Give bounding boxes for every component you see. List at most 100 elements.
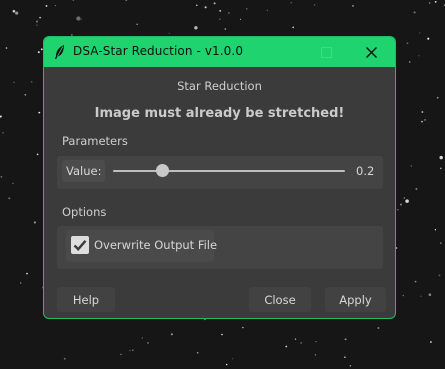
star <box>413 11 416 14</box>
minimize-icon <box>297 51 307 53</box>
star <box>204 6 207 9</box>
star <box>80 18 82 20</box>
star <box>405 199 409 203</box>
star <box>397 209 399 211</box>
star <box>314 354 317 356</box>
star <box>314 4 316 6</box>
star <box>418 55 420 57</box>
star <box>33 221 36 224</box>
star <box>428 2 431 4</box>
star <box>39 16 42 19</box>
star <box>420 295 422 297</box>
star <box>224 28 227 30</box>
parameters-group-title: Parameters <box>62 134 128 148</box>
star <box>170 333 173 336</box>
parameters-group <box>57 156 383 189</box>
star <box>24 93 27 96</box>
star <box>421 111 424 113</box>
star <box>415 187 418 190</box>
star <box>402 294 405 297</box>
star <box>196 351 199 354</box>
star <box>40 48 43 51</box>
star <box>13 81 15 83</box>
star <box>20 282 22 284</box>
star <box>395 247 398 249</box>
star <box>439 167 442 170</box>
value-slider-track[interactable] <box>113 170 345 172</box>
value-slider-thumb[interactable] <box>155 164 169 177</box>
star <box>225 363 228 366</box>
overwrite-checkbox-label: Overwrite Output File <box>94 238 218 252</box>
star <box>344 338 347 341</box>
star <box>352 5 354 7</box>
star <box>45 4 48 7</box>
star <box>406 42 409 45</box>
header-label: Star Reduction <box>177 79 262 93</box>
star <box>30 80 33 83</box>
star <box>38 111 41 114</box>
close-window-button[interactable] <box>358 37 384 67</box>
star <box>266 9 268 11</box>
star <box>434 1 437 3</box>
star <box>428 293 432 296</box>
overwrite-output-checkbox[interactable]: Overwrite Output File <box>66 230 218 262</box>
help-button[interactable]: Help <box>57 287 115 312</box>
star <box>290 2 292 4</box>
star <box>300 341 303 344</box>
star <box>285 345 288 348</box>
star <box>439 242 442 245</box>
value-readout: 0.2 <box>356 164 375 178</box>
star <box>419 32 421 34</box>
title-bar[interactable]: DSA-Star Reduction - v1.0.0 <box>44 37 395 67</box>
star <box>439 155 443 160</box>
star <box>424 119 426 121</box>
star <box>26 272 28 275</box>
star <box>2 132 4 134</box>
star <box>63 357 66 360</box>
star <box>421 120 423 123</box>
star <box>294 338 297 340</box>
close-icon <box>365 46 377 58</box>
star <box>168 32 170 35</box>
options-group-title: Options <box>62 205 107 219</box>
star <box>239 18 242 20</box>
star <box>76 16 81 21</box>
star <box>196 4 198 6</box>
maximize-icon <box>320 46 332 58</box>
star <box>349 365 352 367</box>
star <box>414 280 417 283</box>
star <box>242 326 244 329</box>
warning-label: Image must already be stretched! <box>94 106 345 121</box>
star <box>146 341 150 344</box>
apply-button[interactable]: Apply <box>325 287 386 312</box>
feather-icon <box>55 45 64 59</box>
star <box>120 353 122 356</box>
star <box>436 96 439 99</box>
star <box>35 20 39 23</box>
star <box>129 350 131 352</box>
star <box>36 153 39 156</box>
star <box>377 327 380 329</box>
star <box>141 337 143 339</box>
star <box>219 9 222 12</box>
star <box>36 24 38 26</box>
checkmark-icon <box>73 240 87 251</box>
star <box>12 9 16 13</box>
star <box>219 18 221 20</box>
star <box>228 12 230 14</box>
star <box>344 356 346 358</box>
star <box>408 61 411 63</box>
star <box>429 341 432 343</box>
star <box>54 5 56 7</box>
overwrite-checkbox-box[interactable] <box>71 236 89 254</box>
minimize-button[interactable] <box>289 37 315 67</box>
close-button[interactable]: Close <box>249 287 311 312</box>
star <box>221 333 223 336</box>
star <box>438 274 441 277</box>
star <box>132 349 134 351</box>
star <box>232 358 234 360</box>
star <box>434 229 437 231</box>
star <box>400 203 402 206</box>
star <box>213 2 216 5</box>
maximize-button[interactable] <box>313 37 339 67</box>
